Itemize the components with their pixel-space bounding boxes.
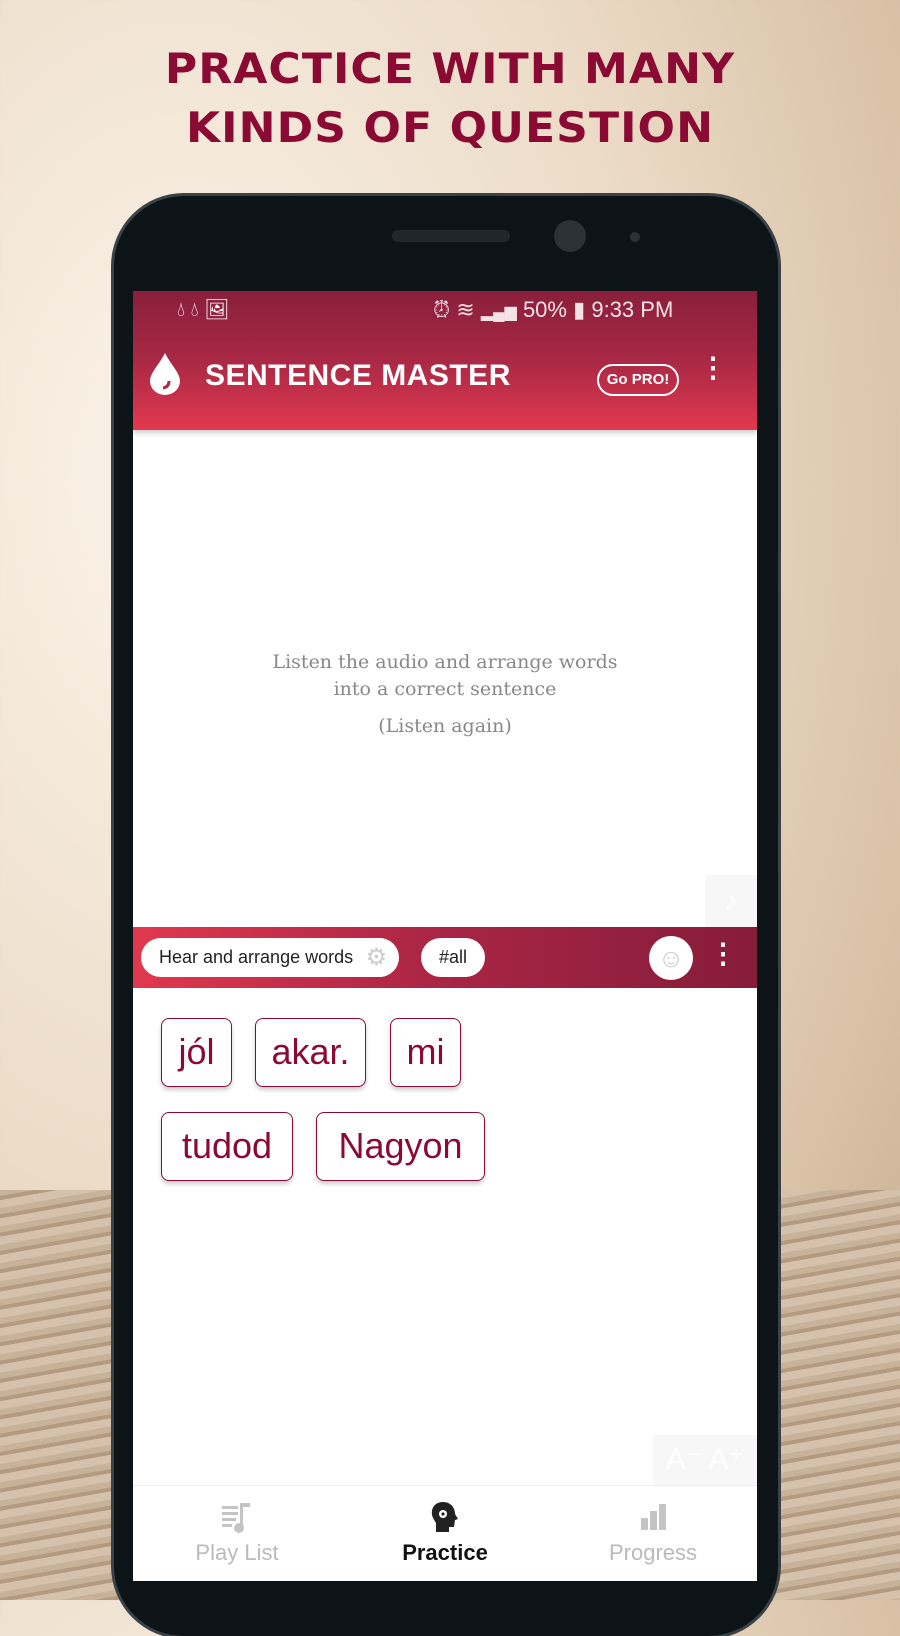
app-screen: 💧︎ 💧︎ 🖼︎ ⏰︎ ≋ ▂▄▆ 50% ▮ 9:33 PM SENTENCE… (133, 291, 757, 1581)
bar-chart-icon (641, 1504, 666, 1530)
phone-camera (554, 220, 586, 252)
instruction-line2: into a correct sentence (333, 678, 557, 700)
word-tile[interactable]: mi (390, 1018, 461, 1087)
notification-icons: 💧︎ 💧︎ 🖼︎ (177, 297, 230, 322)
nav-practice[interactable]: Practice (341, 1486, 549, 1581)
nav-label: Practice (402, 1540, 488, 1565)
signal-icon: ▂▄▆ (480, 304, 517, 321)
nav-label: Play List (195, 1540, 279, 1565)
overflow-menu-icon[interactable]: ⋮ (699, 354, 727, 382)
word-tile[interactable]: Nagyon (316, 1112, 485, 1181)
music-note-icon[interactable]: ♪ (705, 875, 757, 927)
system-status: ⏰︎ ≋ ▂▄▆ 50% ▮ 9:33 PM (433, 297, 673, 323)
font-decrease-button[interactable]: A⁻ (666, 1443, 702, 1476)
gear-icon[interactable]: ⚙ (366, 938, 388, 977)
battery-icon: ▮ (573, 297, 586, 322)
question-toolbar: Hear and arrange words ⚙ #all ☺ ⋮ (133, 927, 757, 988)
toolbar-menu-icon[interactable]: ⋮ (709, 940, 737, 968)
question-type-label: Hear and arrange words (159, 947, 354, 967)
font-size-controls: A⁻ A⁺ (653, 1435, 757, 1485)
drop-icon: 💧︎ (177, 299, 185, 321)
head-gear-icon (431, 1502, 458, 1532)
app-logo-drop-icon (150, 353, 180, 395)
app-title: SENTENCE MASTER (205, 359, 511, 392)
promo-headline-line1: PRACTICE WITH MANY (164, 44, 736, 93)
word-tile[interactable]: tudod (161, 1112, 293, 1181)
bottom-nav: Play List Practice Progress (133, 1485, 757, 1581)
phone-sensor (630, 232, 640, 242)
word-tile[interactable]: akar. (255, 1018, 366, 1087)
nav-progress[interactable]: Progress (549, 1486, 757, 1581)
image-icon: 🖼︎ (204, 299, 230, 321)
alarm-icon: ⏰︎ (433, 297, 451, 322)
listen-again-link[interactable]: (Listen again) (133, 715, 757, 737)
tag-chip[interactable]: #all (421, 938, 486, 977)
promo-headline-line2: KINDS OF QUESTION (185, 103, 715, 152)
app-header: 💧︎ 💧︎ 🖼︎ ⏰︎ ≋ ▂▄▆ 50% ▮ 9:33 PM SENTENCE… (133, 291, 757, 430)
nav-play-list[interactable]: Play List (133, 1486, 341, 1581)
playlist-icon (222, 1503, 250, 1533)
wifi-icon: ≋ (456, 297, 475, 322)
battery-percent: 50% (522, 297, 567, 322)
drop-icon: 💧︎ (190, 299, 199, 321)
font-increase-button[interactable]: A⁺ (708, 1443, 744, 1476)
nav-label: Progress (608, 1540, 698, 1565)
phone-speaker (392, 230, 510, 242)
word-tile[interactable]: jól (161, 1018, 232, 1087)
clock: 9:33 PM (591, 297, 674, 322)
support-avatar-icon[interactable]: ☺ (649, 936, 693, 980)
go-pro-button[interactable]: Go PRO! (597, 364, 679, 396)
question-type-chip[interactable]: Hear and arrange words ⚙ (141, 938, 400, 977)
instruction-line1: Listen the audio and arrange words (272, 651, 618, 673)
